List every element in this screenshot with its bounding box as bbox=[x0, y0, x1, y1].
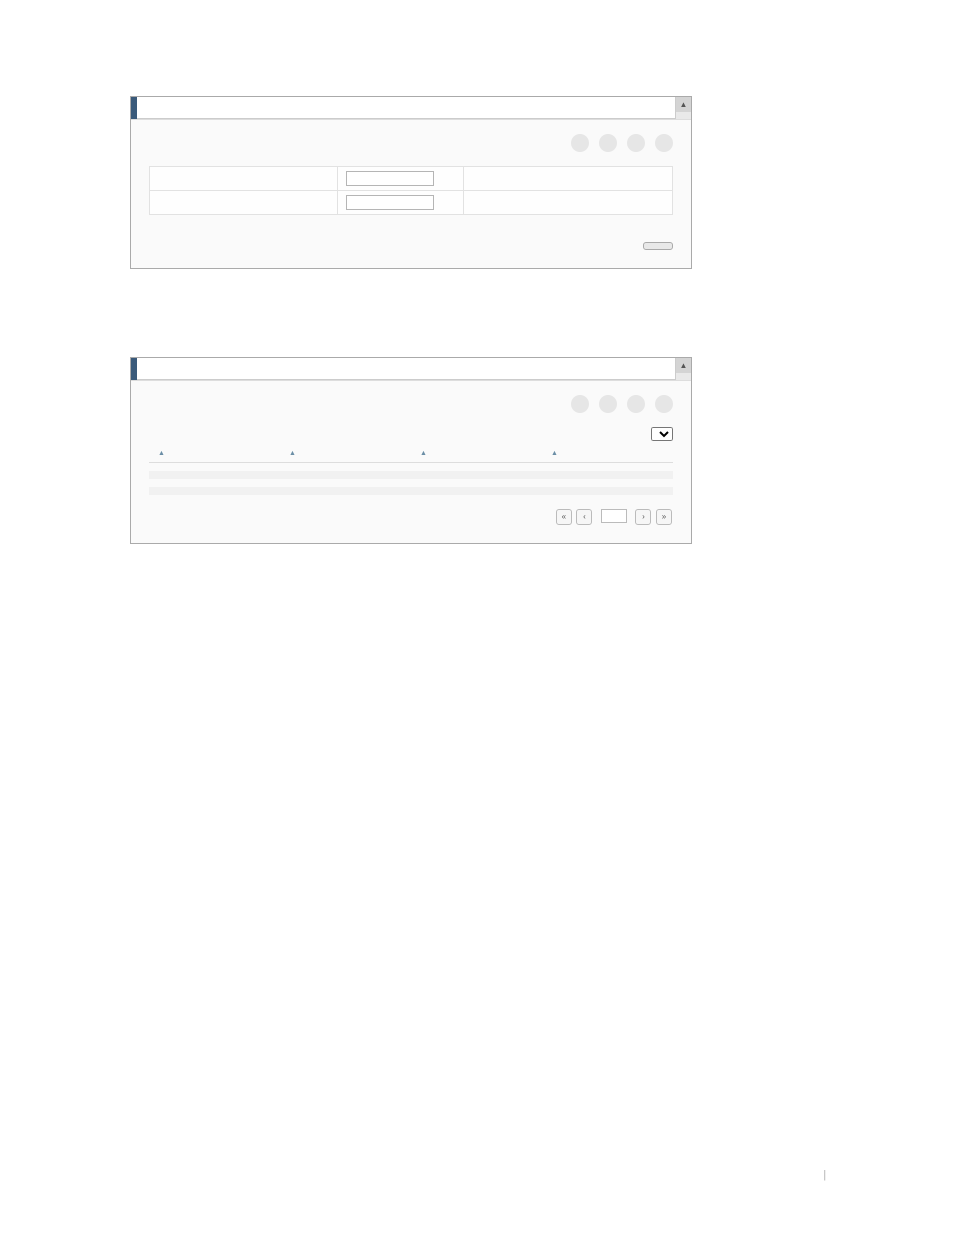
panel-titlebar-2 bbox=[131, 358, 691, 380]
pager-page-input[interactable] bbox=[601, 509, 627, 523]
tab-show-all-2[interactable] bbox=[195, 369, 215, 376]
add-vlan-form bbox=[149, 166, 673, 215]
sort-icon: ▲ bbox=[289, 450, 296, 457]
tab-vlan-querier[interactable] bbox=[141, 108, 161, 115]
table-row bbox=[149, 495, 673, 503]
vlan-id-label bbox=[150, 167, 338, 191]
tab-add[interactable] bbox=[168, 108, 188, 115]
pager-prev-icon[interactable]: ‹ bbox=[576, 509, 592, 525]
summary-controls bbox=[149, 427, 673, 441]
pager-first-icon[interactable]: « bbox=[556, 509, 572, 525]
icon-toolbar-2 bbox=[571, 395, 673, 413]
pager-last-icon[interactable]: » bbox=[656, 509, 672, 525]
vlan-name-input[interactable] bbox=[346, 195, 434, 210]
scroll-up-icon-2[interactable]: ▲ bbox=[676, 358, 691, 373]
tab-vlan-querier-2[interactable] bbox=[141, 369, 161, 376]
scroll-up-icon[interactable]: ▲ bbox=[676, 97, 691, 112]
apply-row bbox=[149, 237, 673, 250]
col-vlan-id[interactable]: ▲ bbox=[149, 443, 280, 463]
page: ▲ ▼ bbox=[0, 0, 954, 1235]
table-row bbox=[149, 479, 673, 487]
pager: « ‹ › » bbox=[149, 509, 673, 525]
tab-add-2[interactable] bbox=[168, 369, 188, 376]
save-icon[interactable] bbox=[571, 134, 589, 152]
table-row bbox=[149, 487, 673, 495]
col-addr[interactable]: ▲ bbox=[542, 443, 673, 463]
refresh-icon[interactable] bbox=[627, 134, 645, 152]
panel-heading-row bbox=[149, 134, 673, 152]
sort-icon: ▲ bbox=[420, 450, 427, 457]
print-icon[interactable] bbox=[599, 134, 617, 152]
summary-table: ▲ ▲ ▲ ▲ bbox=[149, 443, 673, 503]
summary-tbody bbox=[149, 463, 673, 504]
help-icon[interactable] bbox=[655, 134, 673, 152]
figure2-caption bbox=[110, 331, 844, 345]
refresh-icon-2[interactable] bbox=[627, 395, 645, 413]
col-vlan-mode[interactable]: ▲ bbox=[280, 443, 411, 463]
apply-button[interactable] bbox=[643, 242, 673, 250]
page-footer: | bbox=[816, 1165, 834, 1183]
panel-body-2: ▲ ▲ ▲ ▲ bbox=[131, 380, 691, 543]
col-elect-mode[interactable]: ▲ bbox=[411, 443, 542, 463]
vlan-id-input[interactable] bbox=[346, 171, 434, 186]
panel-heading-row-2 bbox=[149, 395, 673, 413]
sort-icon: ▲ bbox=[158, 450, 165, 457]
screenshot-summary-table: ▲ ▼ bbox=[130, 357, 692, 544]
tab-show-all[interactable] bbox=[195, 108, 215, 115]
figure1-caption bbox=[110, 70, 844, 84]
footer-separator: | bbox=[824, 1167, 826, 1181]
screenshot-add-vlan: ▲ ▼ bbox=[130, 96, 692, 269]
help-icon-2[interactable] bbox=[655, 395, 673, 413]
panel-body bbox=[131, 119, 691, 268]
step-list bbox=[130, 287, 844, 317]
save-icon-2[interactable] bbox=[571, 395, 589, 413]
panel-tabs bbox=[141, 107, 681, 118]
table-row bbox=[149, 463, 673, 472]
vlan-name-label bbox=[150, 191, 338, 215]
table-row bbox=[149, 471, 673, 479]
pager-next-icon[interactable]: › bbox=[635, 509, 651, 525]
icon-toolbar bbox=[571, 134, 673, 152]
panel-tabs-2 bbox=[141, 368, 681, 379]
print-icon-2[interactable] bbox=[599, 395, 617, 413]
panel-titlebar bbox=[131, 97, 691, 119]
rows-per-page-select[interactable] bbox=[651, 427, 673, 441]
sort-icon: ▲ bbox=[551, 450, 558, 457]
